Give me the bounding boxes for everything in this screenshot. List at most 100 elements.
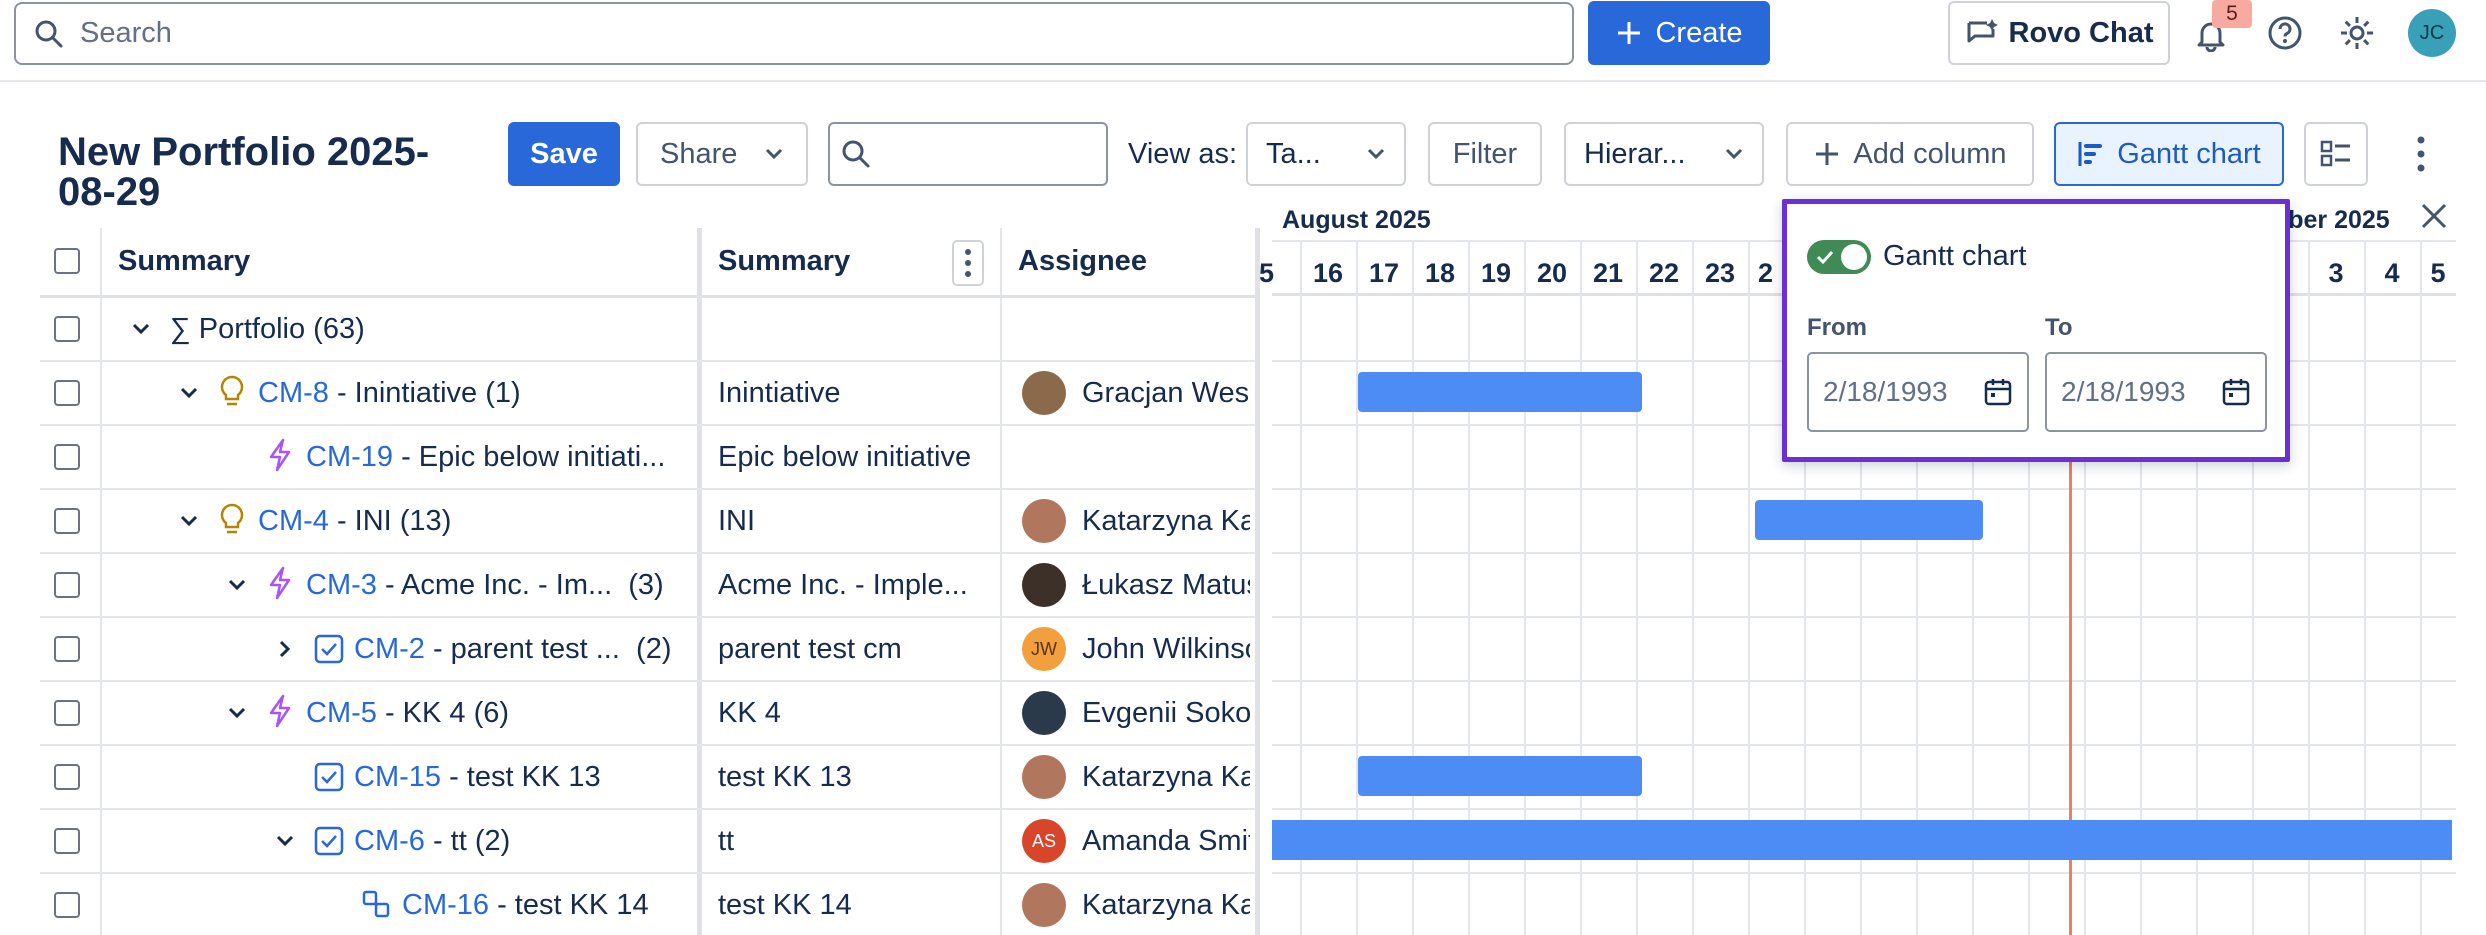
chevron-right-icon[interactable] — [274, 638, 296, 660]
row-checkbox[interactable] — [54, 700, 80, 726]
search-icon — [840, 138, 872, 170]
share-dropdown[interactable]: Share — [636, 122, 808, 186]
gantt-bar-cm-4[interactable] — [1755, 500, 1983, 540]
issue-key-link[interactable]: CM-2 — [354, 633, 425, 665]
avatar — [1022, 691, 1066, 735]
view-as-dropdown[interactable]: Ta... — [1246, 122, 1406, 186]
select-all-checkbox[interactable] — [54, 248, 80, 274]
more-vertical-icon — [964, 248, 972, 278]
avatar — [1022, 563, 1066, 607]
row-assignee: John Wilkinson — [1082, 633, 1250, 665]
issue-key-link[interactable]: CM-16 — [402, 889, 489, 921]
row-assignee: Evgenii Sokolov — [1082, 697, 1250, 729]
task-checkbox-icon — [314, 826, 344, 856]
row-checkbox[interactable] — [54, 764, 80, 790]
add-column-button[interactable]: Add column — [1786, 122, 2034, 186]
row-checkbox[interactable] — [54, 380, 80, 406]
calendar-icon[interactable] — [2221, 377, 2251, 407]
row-summary-2: test KK 14 — [718, 889, 852, 921]
chevron-down-icon[interactable] — [178, 510, 200, 532]
row-assignee: Łukasz Matuszewski — [1082, 569, 1250, 601]
column-header-summary[interactable]: Summary — [118, 245, 250, 278]
row-summary-text: - Epic below initiati... — [393, 441, 666, 473]
create-button[interactable]: Create — [1588, 1, 1770, 65]
pane-divider[interactable] — [1255, 228, 1260, 935]
row-summary-text: - tt (2) — [424, 825, 511, 857]
row-summary: CM-4 - INI (13) — [258, 505, 688, 538]
row-checkbox[interactable] — [54, 572, 80, 598]
row-checkbox[interactable] — [54, 828, 80, 854]
row-checkbox[interactable] — [54, 508, 80, 534]
row-summary-text: - test KK 14 — [489, 889, 649, 921]
gantt-day-label: 23 — [1704, 258, 1736, 288]
row-divider — [40, 616, 1255, 618]
gantt-bar-cm-6[interactable] — [1272, 820, 2452, 860]
gantt-close-button[interactable] — [2418, 200, 2452, 234]
more-options-button[interactable] — [2398, 122, 2444, 186]
chevron-down-icon — [764, 147, 784, 161]
gantt-row-divider — [1272, 488, 2456, 490]
column-menu-button[interactable] — [952, 240, 984, 286]
lightbulb-icon — [218, 502, 246, 538]
chevron-down-icon[interactable] — [226, 574, 248, 596]
row-summary: CM-8 - Inintiative (1) — [258, 377, 688, 410]
toolbar-search-input[interactable] — [828, 122, 1108, 186]
column-header-summary-2[interactable]: Summary — [718, 245, 850, 278]
hierarchy-dropdown[interactable]: Hierar... — [1564, 122, 1764, 186]
row-checkbox[interactable] — [54, 316, 80, 342]
row-checkbox[interactable] — [54, 636, 80, 662]
issue-key-link[interactable]: CM-15 — [354, 761, 441, 793]
hierarchy-value: Hierar... — [1584, 137, 1686, 170]
column-header-assignee[interactable]: Assignee — [1018, 245, 1147, 278]
subtask-icon — [362, 890, 392, 920]
row-assignee: Katarzyna Kamińska — [1082, 889, 1250, 921]
layout-toggle-button[interactable] — [2304, 122, 2368, 186]
issue-key-link[interactable]: CM-8 — [258, 377, 329, 409]
column-divider — [1000, 228, 1002, 935]
gantt-bar-cm-8[interactable] — [1358, 372, 1642, 412]
chevron-down-icon[interactable] — [130, 318, 152, 340]
help-button[interactable] — [2266, 14, 2304, 52]
gantt-row-divider — [1272, 680, 2456, 682]
chevron-down-icon[interactable] — [274, 830, 296, 852]
issue-key-link[interactable]: CM-4 — [258, 505, 329, 537]
issue-key-link[interactable]: CM-19 — [306, 441, 393, 473]
epic-lightning-icon — [266, 694, 294, 728]
issue-key-link[interactable]: CM-5 — [306, 697, 377, 729]
avatar: JW — [1022, 627, 1066, 671]
row-checkbox[interactable] — [54, 892, 80, 918]
issue-key-link[interactable]: CM-3 — [306, 569, 377, 601]
rovo-chat-button[interactable]: Rovo Chat — [1948, 1, 2170, 65]
issue-key-link[interactable]: CM-6 — [354, 825, 425, 857]
toggle-knob — [1841, 244, 1867, 270]
notification-count-badge: 5 — [2212, 0, 2252, 28]
row-summary: CM-16 - test KK 14 — [402, 889, 696, 922]
row-summary: CM-6 - tt (2) — [354, 825, 696, 858]
calendar-icon[interactable] — [1983, 377, 2013, 407]
settings-button[interactable] — [2338, 14, 2376, 52]
chevron-down-icon[interactable] — [178, 382, 200, 404]
page-title: New Portfolio 2025-08-29 — [58, 130, 430, 214]
filter-button[interactable]: Filter — [1428, 122, 1542, 186]
row-divider — [40, 295, 1255, 298]
gantt-day-label: 5 — [2430, 258, 2446, 288]
gantt-chart-button[interactable]: Gantt chart — [2054, 122, 2284, 186]
row-divider — [40, 744, 1255, 746]
user-avatar[interactable]: JC — [2408, 9, 2456, 57]
gantt-day-label: 16 — [1312, 258, 1344, 288]
task-checkbox-icon — [314, 762, 344, 792]
chevron-down-icon[interactable] — [226, 702, 248, 724]
row-checkbox[interactable] — [54, 444, 80, 470]
to-date-input[interactable]: 2/18/1993 — [2045, 352, 2267, 432]
gantt-toggle[interactable] — [1807, 240, 1871, 274]
row-divider — [40, 872, 1255, 874]
row-divider — [40, 680, 1255, 682]
from-date-input[interactable]: 2/18/1993 — [1807, 352, 2029, 432]
column-divider[interactable] — [697, 228, 702, 935]
chevron-down-icon — [1724, 147, 1744, 161]
to-date-value: 2/18/1993 — [2061, 376, 2186, 407]
plus-icon — [1813, 140, 1841, 168]
gantt-bar-cm-15[interactable] — [1358, 756, 1642, 796]
save-button[interactable]: Save — [508, 122, 620, 186]
search-input[interactable]: Search — [14, 2, 1574, 65]
